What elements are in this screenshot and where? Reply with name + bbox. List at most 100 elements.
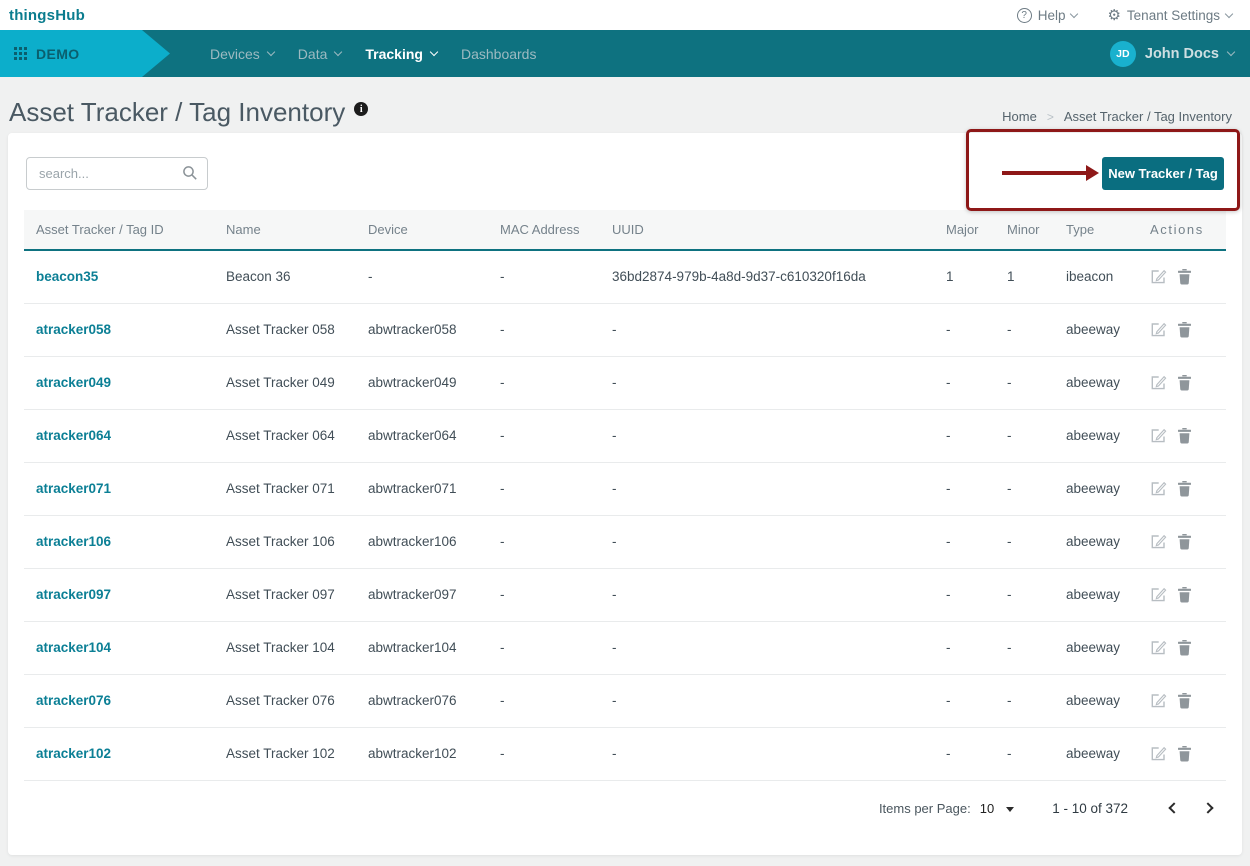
cell-id: atracker106 bbox=[24, 515, 214, 568]
tenant-settings-label: Tenant Settings bbox=[1127, 8, 1220, 23]
annotation-arrow-head-icon bbox=[1086, 165, 1099, 181]
cell-id: atracker049 bbox=[24, 356, 214, 409]
delete-button[interactable] bbox=[1177, 268, 1192, 285]
next-page-button[interactable] bbox=[1202, 802, 1213, 813]
cell-major: - bbox=[934, 727, 995, 780]
new-tracker-button[interactable]: New Tracker / Tag bbox=[1102, 157, 1224, 190]
nav-item-data[interactable]: Data bbox=[298, 46, 342, 62]
edit-button[interactable] bbox=[1150, 374, 1167, 391]
topbar-links: ? Help ⚙ Tenant Settings bbox=[1017, 8, 1232, 23]
cell-type: abeeway bbox=[1054, 621, 1138, 674]
cell-type: abeeway bbox=[1054, 303, 1138, 356]
column-header: UUID bbox=[600, 210, 934, 250]
cell-minor: - bbox=[995, 462, 1054, 515]
edit-icon bbox=[1150, 321, 1167, 338]
edit-button[interactable] bbox=[1150, 692, 1167, 709]
breadcrumb-current: Asset Tracker / Tag Inventory bbox=[1064, 109, 1232, 124]
grid-icon bbox=[14, 47, 27, 60]
nav-label: Data bbox=[298, 46, 328, 62]
nav-item-tracking[interactable]: Tracking bbox=[365, 46, 437, 62]
nav-item-dashboards[interactable]: Dashboards bbox=[461, 46, 537, 62]
chevron-down-icon bbox=[1070, 9, 1078, 17]
user-menu[interactable]: JD John Docs bbox=[1110, 41, 1234, 67]
tracker-id-link[interactable]: atracker064 bbox=[36, 428, 111, 443]
cell-id: atracker071 bbox=[24, 462, 214, 515]
delete-button[interactable] bbox=[1177, 745, 1192, 762]
chevron-down-icon bbox=[267, 48, 275, 56]
delete-button[interactable] bbox=[1177, 374, 1192, 391]
cell-device: abwtracker097 bbox=[356, 568, 488, 621]
workspace-tab-demo[interactable]: DEMO bbox=[0, 30, 170, 77]
cell-device: abwtracker076 bbox=[356, 674, 488, 727]
tracker-id-link[interactable]: beacon35 bbox=[36, 269, 98, 284]
cell-id: atracker064 bbox=[24, 409, 214, 462]
help-menu[interactable]: ? Help bbox=[1017, 8, 1078, 23]
cell-mac: - bbox=[488, 356, 600, 409]
search-input[interactable] bbox=[26, 157, 208, 190]
cell-name: Asset Tracker 064 bbox=[214, 409, 356, 462]
tracker-id-link[interactable]: atracker058 bbox=[36, 322, 111, 337]
row-actions bbox=[1150, 639, 1226, 656]
delete-button[interactable] bbox=[1177, 427, 1192, 444]
cell-mac: - bbox=[488, 409, 600, 462]
tracker-id-link[interactable]: atracker071 bbox=[36, 481, 111, 496]
user-name: John Docs bbox=[1145, 46, 1219, 62]
tracker-id-link[interactable]: atracker097 bbox=[36, 587, 111, 602]
cell-id: atracker058 bbox=[24, 303, 214, 356]
cell-mac: - bbox=[488, 568, 600, 621]
edit-button[interactable] bbox=[1150, 533, 1167, 550]
row-actions bbox=[1150, 374, 1226, 391]
table-row: atracker064Asset Tracker 064abwtracker06… bbox=[24, 409, 1226, 462]
caret-down-icon bbox=[1006, 807, 1014, 812]
cell-type: abeeway bbox=[1054, 568, 1138, 621]
table-row: beacon35Beacon 36--36bd2874-979b-4a8d-9d… bbox=[24, 250, 1226, 303]
edit-button[interactable] bbox=[1150, 427, 1167, 444]
edit-icon bbox=[1150, 268, 1167, 285]
cell-minor: - bbox=[995, 409, 1054, 462]
trash-icon bbox=[1177, 427, 1192, 444]
column-header: Type bbox=[1054, 210, 1138, 250]
tracker-id-link[interactable]: atracker049 bbox=[36, 375, 111, 390]
cell-actions bbox=[1138, 303, 1226, 356]
items-per-page-select[interactable]: 10 bbox=[980, 801, 1014, 816]
previous-page-button[interactable] bbox=[1168, 802, 1179, 813]
tracker-id-link[interactable]: atracker076 bbox=[36, 693, 111, 708]
table-row: atracker058Asset Tracker 058abwtracker05… bbox=[24, 303, 1226, 356]
cell-actions bbox=[1138, 462, 1226, 515]
cell-major: 1 bbox=[934, 250, 995, 303]
tracker-id-link[interactable]: atracker106 bbox=[36, 534, 111, 549]
row-actions bbox=[1150, 321, 1226, 338]
delete-button[interactable] bbox=[1177, 321, 1192, 338]
tenant-settings-menu[interactable]: ⚙ Tenant Settings bbox=[1107, 8, 1232, 23]
cell-name: Asset Tracker 104 bbox=[214, 621, 356, 674]
edit-button[interactable] bbox=[1150, 586, 1167, 603]
nav-item-devices[interactable]: Devices bbox=[210, 46, 274, 62]
delete-button[interactable] bbox=[1177, 586, 1192, 603]
cell-type: abeeway bbox=[1054, 515, 1138, 568]
edit-button[interactable] bbox=[1150, 321, 1167, 338]
column-header: Device bbox=[356, 210, 488, 250]
trash-icon bbox=[1177, 268, 1192, 285]
breadcrumb-home[interactable]: Home bbox=[1002, 109, 1037, 124]
edit-icon bbox=[1150, 374, 1167, 391]
delete-button[interactable] bbox=[1177, 480, 1192, 497]
tracker-id-link[interactable]: atracker102 bbox=[36, 746, 111, 761]
search-icon bbox=[182, 165, 198, 181]
edit-button[interactable] bbox=[1150, 268, 1167, 285]
tracker-id-link[interactable]: atracker104 bbox=[36, 640, 111, 655]
delete-button[interactable] bbox=[1177, 692, 1192, 709]
edit-icon bbox=[1150, 427, 1167, 444]
edit-button[interactable] bbox=[1150, 745, 1167, 762]
delete-button[interactable] bbox=[1177, 639, 1192, 656]
edit-icon bbox=[1150, 639, 1167, 656]
cell-actions bbox=[1138, 515, 1226, 568]
help-icon: ? bbox=[1017, 8, 1032, 23]
items-per-page-label: Items per Page: bbox=[879, 801, 971, 816]
trash-icon bbox=[1177, 321, 1192, 338]
info-icon[interactable]: i bbox=[354, 102, 368, 116]
delete-button[interactable] bbox=[1177, 533, 1192, 550]
thingshub-logo[interactable]: thingsHub bbox=[9, 7, 85, 24]
edit-button[interactable] bbox=[1150, 480, 1167, 497]
pagination-range: 1 - 10 of 372 bbox=[1052, 801, 1128, 816]
edit-button[interactable] bbox=[1150, 639, 1167, 656]
